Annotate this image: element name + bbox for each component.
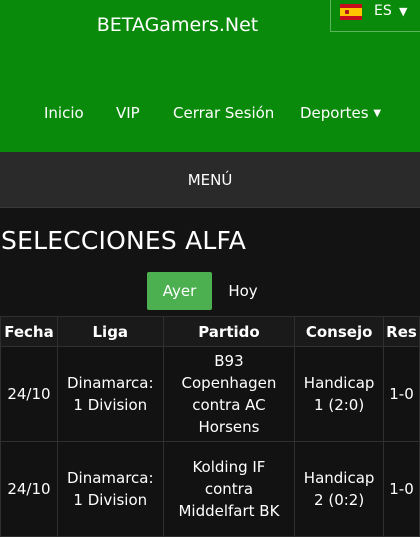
- table-row: 24/10 Dinamarca: 1 Division Kolding IF con…: [0, 441, 420, 537]
- liga-line: 1 Division: [73, 396, 148, 414]
- cell-liga: Dinamarca: 1 Division: [56, 441, 164, 537]
- cell-res: 1-0: [383, 441, 420, 537]
- caret-down-icon: ▼: [373, 108, 382, 119]
- partido-line: Middelfart BK: [178, 502, 280, 520]
- tab-ayer-label: Ayer: [162, 282, 197, 300]
- nav-item-deportes[interactable]: Deportes ▼: [300, 104, 381, 122]
- consejo-line: Handicap: [303, 374, 375, 392]
- nav-item-vip[interactable]: VIP: [116, 104, 140, 122]
- cell-res: 1-0: [383, 346, 420, 442]
- cell-consejo: Handicap 2 (0:2): [294, 441, 385, 537]
- partido-line: contra: [204, 480, 254, 498]
- table-row: 24/10 Dinamarca: 1 Division B93 Copenhagen…: [0, 346, 420, 442]
- cell-fecha: 24/10: [0, 441, 58, 537]
- page-title: SELECCIONES ALFA: [1, 226, 247, 255]
- tab-hoy[interactable]: Hoy: [214, 272, 272, 310]
- column-header-fecha: Fecha: [0, 316, 58, 347]
- site-title[interactable]: BETAGamers.Net: [0, 14, 355, 36]
- partido-line: Horsens: [198, 418, 260, 436]
- cell-fecha: 24/10: [0, 346, 58, 442]
- caret-down-icon: ▼: [399, 5, 408, 18]
- liga-line: Dinamarca:: [67, 469, 154, 487]
- picks-table: Fecha Liga Partido Consejo Res 24/10 Din…: [0, 316, 420, 537]
- menu-label: MENÚ: [187, 171, 233, 189]
- nav-item-deportes-label: Deportes: [300, 104, 369, 122]
- column-header-liga: Liga: [56, 316, 164, 347]
- menu-bar[interactable]: MENÚ: [0, 152, 420, 208]
- column-header-res: Res: [383, 316, 420, 347]
- cell-partido: B93 Copenhagen contra AC Horsens: [162, 346, 296, 442]
- consejo-line: Handicap: [303, 469, 375, 487]
- main-nav: Inicio VIP Cerrar Sesión Deportes ▼: [0, 104, 420, 124]
- consejo-line: 2 (0:2): [314, 491, 365, 509]
- cell-partido: Kolding IF contra Middelfart BK: [162, 441, 296, 537]
- liga-line: 1 Division: [73, 491, 148, 509]
- spain-flag-icon: [340, 4, 362, 20]
- partido-line: B93: [214, 352, 244, 370]
- liga-line: Dinamarca:: [67, 374, 154, 392]
- site-header: BETAGamers.Net ES ▼ Inicio VIP Cerrar Se…: [0, 0, 420, 152]
- partido-line: contra AC: [192, 396, 266, 414]
- consejo-line: 1 (2:0): [314, 396, 365, 414]
- nav-item-inicio[interactable]: Inicio: [44, 104, 84, 122]
- cell-consejo: Handicap 1 (2:0): [294, 346, 385, 442]
- nav-item-cerrar-sesion[interactable]: Cerrar Sesión: [173, 104, 274, 122]
- table-header-row: Fecha Liga Partido Consejo Res: [0, 316, 420, 347]
- language-selector[interactable]: ES ▼: [330, 0, 420, 32]
- language-code: ES: [374, 3, 392, 19]
- partido-line: Kolding IF: [192, 458, 266, 476]
- cell-liga: Dinamarca: 1 Division: [56, 346, 164, 442]
- tab-ayer[interactable]: Ayer: [147, 272, 212, 310]
- column-header-partido: Partido: [162, 316, 296, 347]
- partido-line: Copenhagen: [181, 374, 277, 392]
- column-header-consejo: Consejo: [294, 316, 385, 347]
- tab-hoy-label: Hoy: [228, 282, 258, 300]
